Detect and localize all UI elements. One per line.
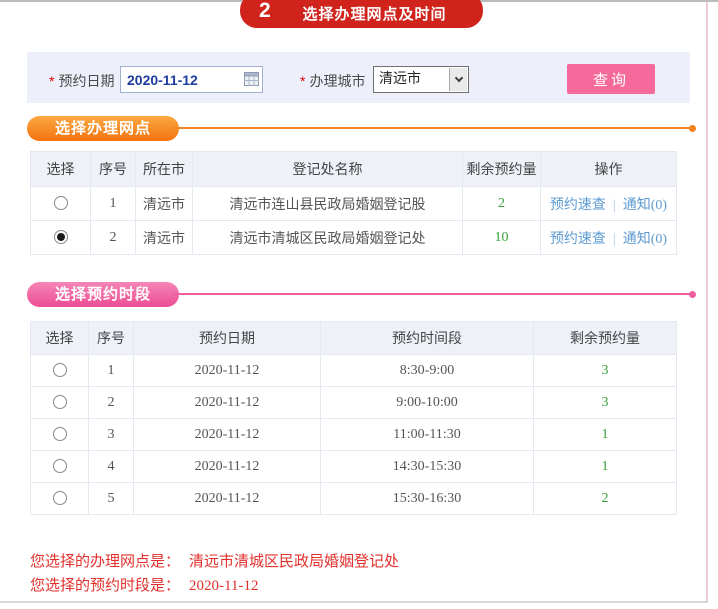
- timeslot-radio[interactable]: [52, 491, 67, 506]
- date-cell: 2020-11-12: [133, 386, 321, 419]
- remaining-cell: 1: [533, 450, 677, 483]
- site-section-header: 选择办理网点: [27, 116, 699, 142]
- page-bottom-border: [0, 601, 708, 603]
- timeslot-cell: 9:00-10:00: [320, 386, 534, 419]
- date-field-wrap: [120, 66, 263, 93]
- seq-cell: 4: [88, 450, 134, 483]
- seq-cell: 5: [88, 482, 134, 515]
- date-cell: 2020-11-12: [133, 450, 321, 483]
- remaining-cell: 10: [462, 220, 541, 255]
- city-cell: 清远市: [135, 186, 193, 221]
- registry-name-cell: 清远市清城区民政局婚姻登记处: [192, 220, 463, 255]
- col-remaining: 剩余预约量: [462, 151, 541, 187]
- selected-site-line: 您选择的办理网点是： 清远市清城区民政局婚姻登记处: [30, 550, 399, 574]
- query-button[interactable]: 查询: [567, 64, 655, 94]
- remaining-cell: 3: [533, 386, 677, 419]
- time-section-rule-dot: [689, 291, 696, 298]
- selected-time-label: 您选择的预约时段是：: [30, 578, 181, 594]
- step-number: 2: [259, 0, 271, 22]
- time-section-title: 选择预约时段: [27, 282, 179, 307]
- selected-time-value: 2020-11-12: [189, 578, 259, 594]
- link-separator: |: [612, 231, 616, 247]
- actions-cell: 预约速查 | 通知(0): [540, 220, 677, 255]
- timeslot-cell: 15:30-16:30: [320, 482, 534, 515]
- seq-cell: 3: [88, 418, 134, 451]
- registry-name-cell: 清远市连山县民政局婚姻登记股: [192, 186, 463, 221]
- col-date: 预约日期: [133, 321, 321, 355]
- site-section-rule-dot: [689, 125, 696, 132]
- timeslot-radio[interactable]: [52, 459, 67, 474]
- date-cell: 2020-11-12: [133, 482, 321, 515]
- timeslot-cell: 14:30-15:30: [320, 450, 534, 483]
- time-section-rule: [173, 293, 691, 295]
- time-table: 选择 序号 预约日期 预约时间段 剩余预约量 1 2020-11-12 8:30…: [30, 321, 677, 515]
- selection-summary: 您选择的办理网点是： 清远市清城区民政局婚姻登记处 您选择的预约时段是： 2020-…: [30, 550, 399, 598]
- time-section-header: 选择预约时段: [27, 282, 699, 308]
- col-registry-name: 登记处名称: [192, 151, 463, 187]
- seq-cell: 2: [88, 386, 134, 419]
- site-table: 选择 序号 所在市 登记处名称 剩余预约量 操作 1 清远市 清远市连山县民政局…: [30, 151, 677, 255]
- col-city: 所在市: [135, 151, 193, 187]
- seq-cell: 2: [90, 220, 136, 255]
- seq-cell: 1: [88, 354, 134, 387]
- city-cell: 清远市: [135, 220, 193, 255]
- date-cell: 2020-11-12: [133, 354, 321, 387]
- table-row: 3 2020-11-12 11:00-11:30 1: [30, 418, 677, 451]
- site-section-title: 选择办理网点: [27, 116, 179, 141]
- appointment-date-input[interactable]: [120, 66, 263, 93]
- city-select[interactable]: 清远市: [373, 66, 469, 93]
- quick-check-link[interactable]: 预约速查: [550, 232, 606, 247]
- chevron-down-icon[interactable]: [449, 68, 467, 91]
- col-remaining: 剩余预约量: [533, 321, 677, 355]
- quick-check-link[interactable]: 预约速查: [550, 198, 606, 213]
- required-asterisk: *: [49, 73, 55, 89]
- calendar-icon[interactable]: [244, 72, 259, 86]
- col-select: 选择: [30, 151, 91, 187]
- remaining-cell: 1: [533, 418, 677, 451]
- seq-cell: 1: [90, 186, 136, 221]
- timeslot-radio[interactable]: [52, 363, 67, 378]
- step-banner: 2 选择办理网点及时间: [240, 0, 483, 28]
- remaining-cell: 3: [533, 354, 677, 387]
- timeslot-radio[interactable]: [52, 395, 67, 410]
- page-right-border: [706, 2, 708, 601]
- col-actions: 操作: [540, 151, 677, 187]
- table-row: 2 清远市 清远市清城区民政局婚姻登记处 10 预约速查 | 通知(0): [30, 220, 677, 255]
- selected-site-label: 您选择的办理网点是：: [30, 554, 181, 570]
- actions-cell: 预约速查 | 通知(0): [540, 186, 677, 221]
- selected-site-value: 清远市清城区民政局婚姻登记处: [189, 554, 400, 570]
- city-label: * 办理城市: [300, 73, 366, 90]
- site-table-header-row: 选择 序号 所在市 登记处名称 剩余预约量 操作: [30, 151, 677, 187]
- appointment-step2-page: 2 选择办理网点及时间 *预约日期 *办理城市 清远市 查询 选择办理网点: [0, 0, 718, 609]
- date-label: * 预约日期: [49, 73, 115, 90]
- date-cell: 2020-11-12: [133, 418, 321, 451]
- col-select: 选择: [30, 321, 89, 355]
- notice-link[interactable]: 通知(0): [623, 198, 667, 213]
- table-row: 2 2020-11-12 9:00-10:00 3: [30, 386, 677, 419]
- filter-bar: *预约日期 *办理城市 清远市 查询: [27, 52, 690, 103]
- table-row: 4 2020-11-12 14:30-15:30 1: [30, 450, 677, 483]
- timeslot-cell: 11:00-11:30: [320, 418, 534, 451]
- table-row: 1 2020-11-12 8:30-9:00 3: [30, 354, 677, 387]
- site-radio[interactable]: [53, 196, 68, 211]
- remaining-cell: 2: [533, 482, 677, 515]
- timeslot-cell: 8:30-9:00: [320, 354, 534, 387]
- col-timeslot: 预约时间段: [320, 321, 534, 355]
- remaining-cell: 2: [462, 186, 541, 221]
- col-seq: 序号: [88, 321, 134, 355]
- table-row: 5 2020-11-12 15:30-16:30 2: [30, 482, 677, 515]
- col-seq: 序号: [90, 151, 136, 187]
- timeslot-radio[interactable]: [52, 427, 67, 442]
- required-asterisk: *: [300, 73, 306, 89]
- link-separator: |: [612, 197, 616, 213]
- notice-link[interactable]: 通知(0): [623, 232, 667, 247]
- time-table-header-row: 选择 序号 预约日期 预约时间段 剩余预约量: [30, 321, 677, 355]
- selected-time-line: 您选择的预约时段是： 2020-11-12: [30, 574, 399, 598]
- site-section-rule: [173, 127, 691, 129]
- table-row: 1 清远市 清远市连山县民政局婚姻登记股 2 预约速查 | 通知(0): [30, 186, 677, 221]
- site-radio[interactable]: [53, 230, 68, 245]
- step-title: 选择办理网点及时间: [302, 6, 447, 23]
